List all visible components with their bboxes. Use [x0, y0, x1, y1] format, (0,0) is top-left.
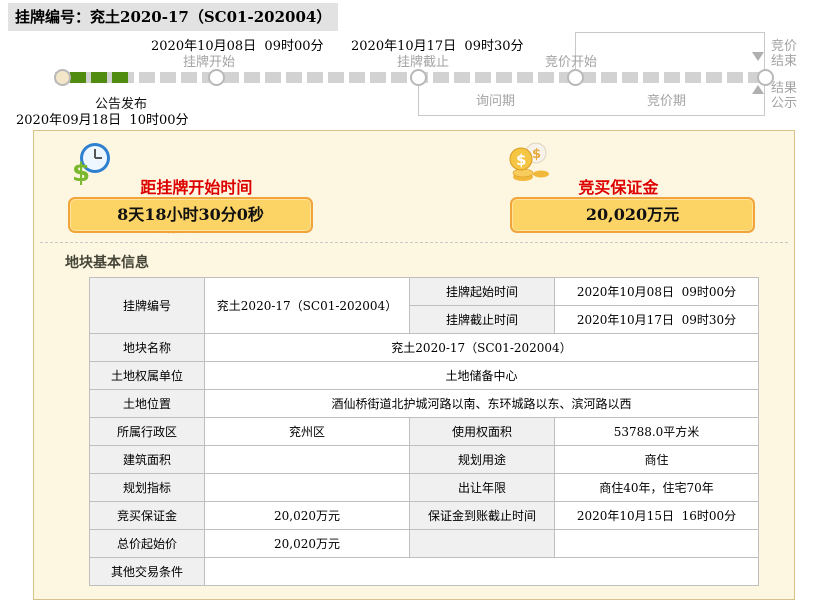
countdown-title: 距挂牌开始时间: [140, 178, 253, 197]
land-listing-page: { "page_title": "挂牌编号：兖土2020-17（SC01-202…: [0, 0, 835, 608]
svg-text:$: $: [516, 151, 526, 169]
table-row: 土地权属单位 土地储备中心: [89, 361, 759, 390]
field-label: 土地位置: [89, 389, 205, 418]
field-label: 挂牌编号: [89, 277, 205, 334]
field-value: 土地储备中心: [204, 361, 759, 390]
table-row: 其他交易条件: [89, 557, 759, 586]
field-value: 20,020万元: [204, 501, 410, 530]
field-value: [204, 557, 759, 586]
field-label: 总价起始价: [89, 529, 205, 558]
table-row: 地块名称 兖土2020-17（SC01-202004）: [89, 333, 759, 362]
field-value: 53788.0平方米: [554, 417, 759, 446]
section-title: 地块基本信息: [65, 255, 149, 271]
table-row: 所属行政区 兖州区 使用权面积 53788.0平方米: [89, 417, 759, 446]
field-value: 2020年10月08日 09时00分: [554, 277, 759, 306]
milestone-announce-dot: [54, 69, 71, 86]
bidding-period-bracket: [575, 32, 765, 71]
field-label: [409, 529, 555, 558]
field-label: 使用权面积: [409, 417, 555, 446]
announce-date: 2020年09月18日 10时00分: [16, 113, 189, 128]
svg-text:$: $: [72, 158, 90, 185]
field-label: 规划用途: [409, 445, 555, 474]
table-row: 规划指标 出让年限 商住40年，住宅70年: [89, 473, 759, 502]
field-value: [554, 529, 759, 558]
parcel-info-table: 挂牌编号 兖土2020-17（SC01-202004） 挂牌起始时间 2020年10月…: [89, 277, 759, 586]
field-label: 地块名称: [89, 333, 205, 362]
bidding-period-label: 竞价期: [647, 94, 687, 109]
field-label: 保证金到账截止时间: [409, 501, 555, 530]
milestone-listing-end-dot: [410, 69, 427, 86]
bid-end-label: 竞价结束: [771, 39, 798, 69]
field-value: [204, 445, 410, 474]
field-value: 20,020万元: [204, 529, 410, 558]
info-table-body: 挂牌编号 兖土2020-17（SC01-202004） 挂牌起始时间 2020年10月…: [89, 277, 759, 586]
field-value: 酒仙桥街道北护城河路以南、东环城路以东、滨河路以西: [204, 389, 759, 418]
milestone-bid-start-dot: [567, 69, 584, 86]
field-label: 挂牌截止时间: [409, 305, 555, 334]
field-value: [204, 473, 410, 502]
listing-start-label: 挂牌开始: [183, 55, 236, 70]
field-label: 规划指标: [89, 473, 205, 502]
field-value: 2020年10月17日 09时30分: [554, 305, 759, 334]
table-row: 挂牌编号 兖土2020-17（SC01-202004） 挂牌起始时间 2020年10月…: [89, 277, 759, 334]
field-label: 其他交易条件: [89, 557, 205, 586]
svg-text:$: $: [532, 147, 541, 162]
inquiry-period-bracket: [418, 84, 765, 116]
timeline-progress-bar: [70, 72, 128, 83]
field-label: 出让年限: [409, 473, 555, 502]
table-row: 土地位置 酒仙桥街道北护城河路以南、东环城路以东、滨河路以西: [89, 389, 759, 418]
table-row: 总价起始价 20,020万元: [89, 529, 759, 558]
countdown-value-box: 8天18小时30分0秒: [68, 197, 313, 233]
field-label: 土地权属单位: [89, 361, 205, 390]
field-value: 商住: [554, 445, 759, 474]
result-label: 结果公示: [771, 81, 798, 111]
bid-end-arrow-icon: [752, 52, 764, 61]
inquiry-period-label: 询问期: [476, 94, 516, 109]
money-icon: $ $: [509, 142, 549, 181]
clock-icon: $: [72, 143, 110, 185]
field-value: 2020年10月15日 16时00分: [554, 501, 759, 530]
deposit-title: 竞买保证金: [578, 178, 659, 197]
field-label: 竞买保证金: [89, 501, 205, 530]
page-title: 挂牌编号：兖土2020-17（SC01-202004）: [8, 3, 339, 31]
result-arrow-icon: [752, 85, 764, 94]
field-label: 所属行政区: [89, 417, 205, 446]
field-label: 建筑面积: [89, 445, 205, 474]
field-value: 兖土2020-17（SC01-202004）: [204, 277, 410, 334]
table-row: 建筑面积 规划用途 商住: [89, 445, 759, 474]
bid-start-label: 竞价开始: [545, 55, 598, 70]
deposit-value-box: 20,020万元: [510, 197, 755, 233]
table-row: 竞买保证金 20,020万元 保证金到账截止时间 2020年10月15日 16时00分: [89, 501, 759, 530]
listing-start-date: 2020年10月08日 09时00分: [151, 39, 324, 54]
milestone-listing-start-dot: [208, 69, 225, 86]
field-value: 兖土2020-17（SC01-202004）: [204, 333, 759, 362]
field-value: 兖州区: [204, 417, 410, 446]
listing-end-label: 挂牌截止: [397, 55, 450, 70]
dashed-divider: [40, 242, 788, 243]
main-panel: $ 距挂牌开始时间 | 服务器时间 8天18小时30分0秒 $ $ 竞买保证金 …: [33, 130, 795, 600]
field-label: 挂牌起始时间: [409, 277, 555, 306]
field-value: 商住40年，住宅70年: [554, 473, 759, 502]
